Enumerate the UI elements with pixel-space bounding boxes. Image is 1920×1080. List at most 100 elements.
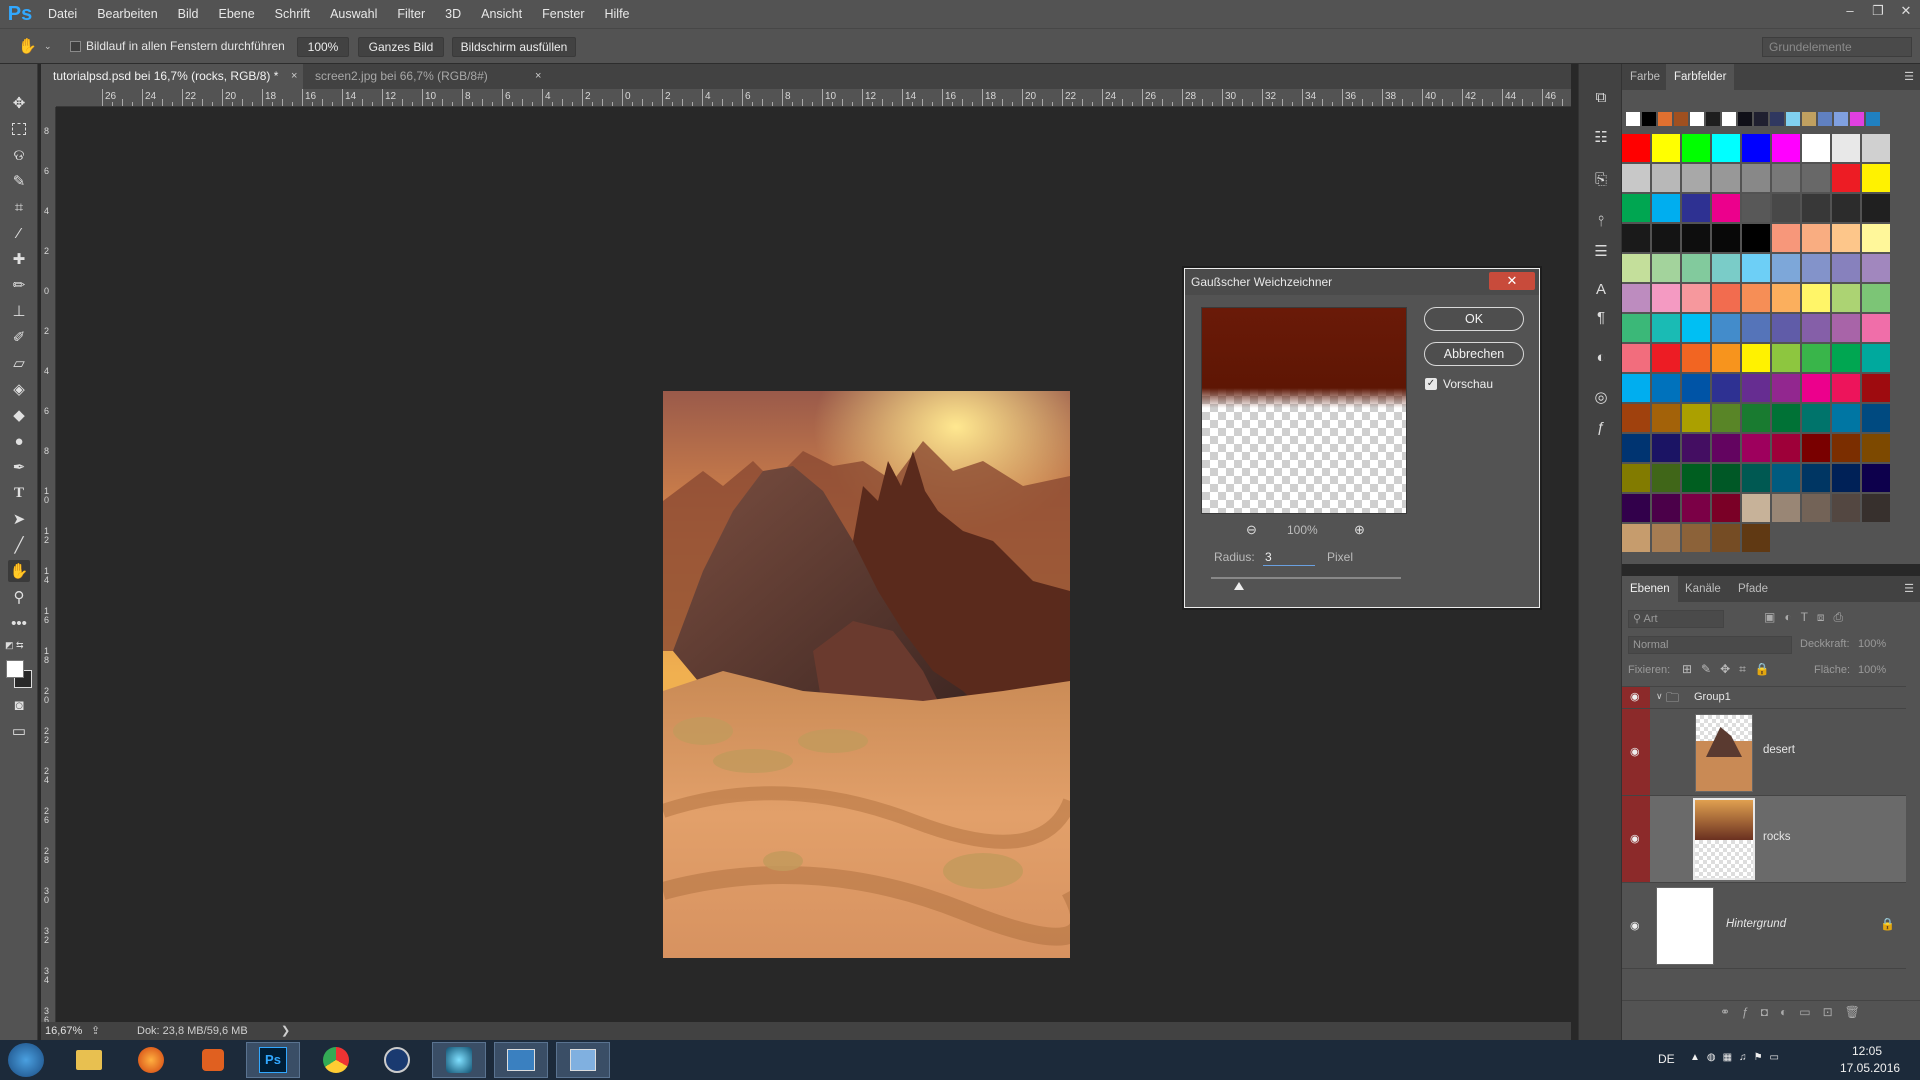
color-swatch[interactable]	[1832, 134, 1860, 162]
color-swatch[interactable]	[1862, 284, 1890, 312]
visibility-toggle[interactable]: ◉	[1622, 796, 1650, 883]
color-swatch[interactable]	[1742, 344, 1770, 372]
color-swatch[interactable]	[1862, 464, 1890, 492]
color-swatch[interactable]	[1802, 314, 1830, 342]
visibility-toggle[interactable]: ◉	[1622, 687, 1650, 709]
color-swatch[interactable]	[1622, 134, 1650, 162]
color-swatch[interactable]	[1742, 254, 1770, 282]
brush-tool-icon[interactable]: ✏	[8, 274, 30, 296]
pen-tool-icon[interactable]: ✒	[8, 456, 30, 478]
color-swatch[interactable]	[1652, 434, 1680, 462]
color-swatch[interactable]	[1832, 284, 1860, 312]
foreground-color-swatch[interactable]	[6, 660, 24, 678]
tab-farbe[interactable]: Farbe	[1622, 64, 1668, 90]
color-swatch[interactable]	[1712, 284, 1740, 312]
color-swatch[interactable]	[1622, 164, 1650, 192]
color-swatch[interactable]	[1742, 374, 1770, 402]
history-panel-icon[interactable]: ⧉	[1590, 86, 1612, 108]
color-swatch[interactable]	[1742, 194, 1770, 222]
menu-ebene[interactable]: Ebene	[209, 0, 265, 28]
color-swatch[interactable]	[1682, 344, 1710, 372]
color-swatch[interactable]	[1772, 344, 1800, 372]
filter-preview[interactable]	[1201, 307, 1407, 514]
color-swatch[interactable]	[1772, 494, 1800, 522]
dialog-close-button[interactable]: ✕	[1489, 272, 1535, 290]
lasso-tool-icon[interactable]: ଡ	[8, 144, 30, 166]
color-swatch[interactable]	[1622, 374, 1650, 402]
menu-schrift[interactable]: Schrift	[265, 0, 320, 28]
menu-ansicht[interactable]: Ansicht	[471, 0, 532, 28]
radius-slider-handle[interactable]	[1234, 582, 1244, 590]
zoom-readout[interactable]: 16,67%	[45, 1022, 82, 1040]
eyedropper-tool-icon[interactable]: ⁄	[8, 222, 30, 244]
color-swatch[interactable]	[1832, 194, 1860, 222]
tray-icons[interactable]: ▲◍▦♫⚑▭	[1690, 1052, 1786, 1063]
zoom-tool-icon[interactable]: ⚲	[8, 586, 30, 608]
color-swatch[interactable]	[1772, 404, 1800, 432]
color-swatch[interactable]	[1652, 464, 1680, 492]
color-swatch[interactable]	[1622, 254, 1650, 282]
tab-ebenen[interactable]: Ebenen	[1622, 576, 1678, 602]
workspace-select[interactable]: Grundelemente	[1762, 37, 1912, 57]
color-swatch[interactable]	[1652, 254, 1680, 282]
color-swatch[interactable]	[1802, 374, 1830, 402]
color-swatch[interactable]	[1742, 404, 1770, 432]
recent-swatch[interactable]	[1674, 112, 1688, 126]
color-swatch[interactable]	[1622, 314, 1650, 342]
preview-checkbox[interactable]: ✓	[1425, 378, 1437, 390]
tab-farbfelder[interactable]: Farbfelder	[1666, 64, 1735, 90]
recent-swatch[interactable]	[1690, 112, 1704, 126]
color-swatch[interactable]	[1832, 344, 1860, 372]
ok-button[interactable]: OK	[1424, 307, 1524, 331]
recent-swatch[interactable]	[1786, 112, 1800, 126]
color-swatch[interactable]	[1862, 194, 1890, 222]
hand-icon[interactable]: ✋	[18, 37, 40, 57]
color-swatch[interactable]	[1862, 254, 1890, 282]
color-swatch[interactable]	[1652, 194, 1680, 222]
color-swatch[interactable]	[1802, 194, 1830, 222]
color-swatch[interactable]	[1862, 224, 1890, 252]
path-selection-tool-icon[interactable]: ➤	[8, 508, 30, 530]
visibility-toggle[interactable]: ◉	[1622, 709, 1650, 796]
chevron-down-icon[interactable]: ⌄	[44, 41, 52, 52]
color-swatch[interactable]	[1682, 254, 1710, 282]
recent-swatch[interactable]	[1802, 112, 1816, 126]
menu-bild[interactable]: Bild	[168, 0, 209, 28]
color-swatch[interactable]	[1712, 524, 1740, 552]
color-swatch[interactable]	[1712, 494, 1740, 522]
channels-panel-icon[interactable]: ◎	[1590, 386, 1612, 408]
color-swatch[interactable]	[1682, 524, 1710, 552]
tab-tutorialpsd[interactable]: tutorialpsd.psd bei 16,7% (rocks, RGB/8)…	[41, 64, 303, 89]
color-swatch[interactable]	[1712, 194, 1740, 222]
explorer-taskbar-icon[interactable]	[62, 1042, 116, 1078]
layer-row-group1[interactable]: ◉ ∨ 🗀 Group1	[1622, 686, 1906, 709]
fit-screen-button[interactable]: Ganzes Bild	[358, 37, 444, 57]
color-swatch[interactable]	[1712, 434, 1740, 462]
lock-icons[interactable]: ⊞✎✥⌗🔒	[1682, 662, 1779, 677]
photoshop-taskbar-icon[interactable]: Ps	[246, 1042, 300, 1078]
radius-input[interactable]: 3	[1263, 548, 1315, 566]
status-menu-arrow-icon[interactable]: ❯	[281, 1022, 290, 1040]
history-brush-tool-icon[interactable]: ✐	[8, 326, 30, 348]
color-swatch[interactable]	[1712, 404, 1740, 432]
color-swatch[interactable]	[1712, 164, 1740, 192]
clock-date[interactable]: 17.05.2016	[1840, 1061, 1900, 1075]
panel-menu-icon[interactable]: ☰	[1904, 582, 1914, 595]
fx-panel-icon[interactable]: ƒ	[1590, 416, 1612, 438]
color-swatch[interactable]	[1832, 434, 1860, 462]
layer-footer-icons[interactable]: ⚭ƒ◘◐▭⊡🗑	[1720, 1005, 1872, 1019]
fill-screen-button[interactable]: Bildschirm ausfüllen	[452, 37, 576, 57]
recent-swatch[interactable]	[1706, 112, 1720, 126]
recent-swatch[interactable]	[1866, 112, 1880, 126]
color-swatch[interactable]	[1832, 464, 1860, 492]
color-swatch[interactable]	[1712, 344, 1740, 372]
styles-panel-icon[interactable]: ◐	[1590, 346, 1612, 368]
color-swatch[interactable]	[1742, 164, 1770, 192]
zoom-out-icon[interactable]: ⊖	[1246, 522, 1257, 538]
paragraph-panel-icon[interactable]: ¶	[1590, 306, 1612, 328]
color-swatch[interactable]	[1622, 464, 1650, 492]
color-swatch[interactable]	[1652, 224, 1680, 252]
color-swatch[interactable]	[1802, 434, 1830, 462]
color-swatch[interactable]	[1802, 164, 1830, 192]
type-tool-icon[interactable]: T	[8, 482, 30, 504]
